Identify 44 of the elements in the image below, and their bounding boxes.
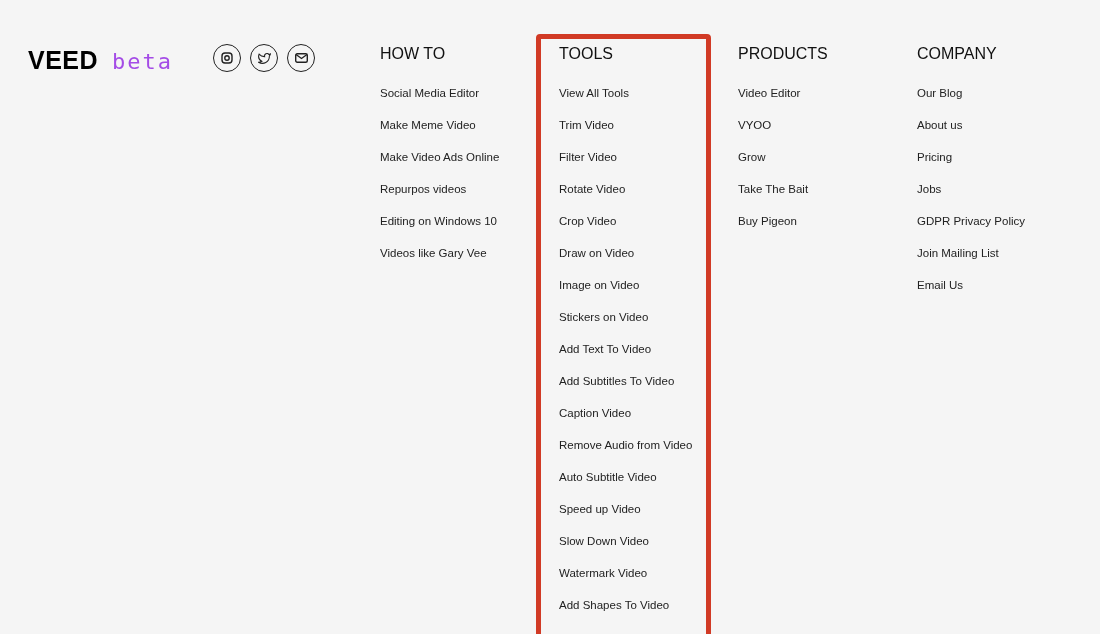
footer-link[interactable]: Make Meme Video [380,117,476,149]
footer-link[interactable]: Stickers on Video [559,309,649,341]
footer-link[interactable]: Add Text To Video [559,341,652,373]
footer-link[interactable]: GDPR Privacy Policy [917,213,1025,245]
footer-link[interactable]: Our Blog [917,85,963,117]
footer-link[interactable]: View All Tools [559,85,629,117]
footer-link[interactable]: Rotate Video [559,181,626,213]
twitter-icon [257,52,271,64]
footer-link[interactable]: Trim Video [559,117,614,149]
footer-link[interactable]: Speed up Video [559,501,641,533]
beta-tag: beta [112,49,174,74]
column-heading: TOOLS [559,45,614,63]
footer-link[interactable]: Repurpos videos [380,181,467,213]
logo[interactable]: VEED [28,46,99,75]
footer-link[interactable]: Add Shapes To Video [559,597,670,629]
column-heading: COMPANY [917,45,998,63]
footer-link[interactable]: Auto Subtitle Video [559,469,657,501]
footer-link[interactable]: Caption Video [559,405,632,437]
footer-link[interactable]: Video Editor [738,85,801,117]
footer-link[interactable]: Take The Bait [738,181,809,213]
footer-link[interactable]: Slow Down Video [559,533,649,565]
footer-link[interactable]: Videos like Gary Vee [380,245,487,277]
footer-link[interactable]: Filter Video [559,149,617,181]
footer-link[interactable]: Watermark Video [559,565,648,597]
footer-link[interactable]: Add Subtitles To Video [559,373,675,405]
footer-link[interactable]: VYOO [738,117,772,149]
footer-link[interactable]: Pricing [917,149,953,181]
footer-link[interactable]: Remove Audio from Video [559,437,693,469]
footer-link[interactable]: Editing on Windows 10 [380,213,497,245]
footer-link[interactable]: Social Media Editor [380,85,480,117]
footer-link[interactable]: Email Us [917,277,963,309]
footer-link[interactable]: Grow [738,149,766,181]
column-heading: PRODUCTS [738,45,829,63]
instagram-icon [221,52,234,64]
footer-link[interactable]: Jobs [917,181,942,213]
footer-link[interactable]: Image on Video [559,277,640,309]
mail-icon [294,53,308,63]
footer-link[interactable]: Crop Video [559,213,617,245]
footer-link[interactable]: Make Video Ads Online [380,149,500,181]
column-heading: HOW TO [380,45,447,63]
footer-link[interactable]: Buy Pigeon [738,213,797,245]
footer-link[interactable]: Join Mailing List [917,245,999,277]
footer-link[interactable]: Draw on Video [559,245,635,277]
footer-link[interactable]: About us [917,117,963,149]
